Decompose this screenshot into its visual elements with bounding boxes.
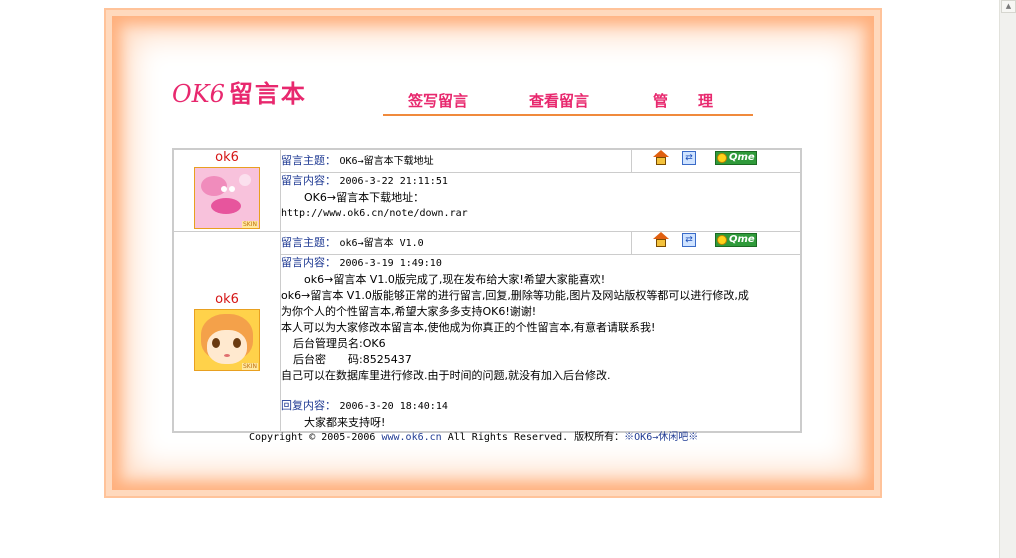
content-date: 2006-3-19 1:49:10 (339, 258, 442, 269)
nav-divider (383, 114, 753, 116)
site-logo: OK6 留言本 (172, 74, 307, 109)
subject-text: OK6→留言本下载地址 (339, 156, 434, 167)
site-link[interactable]: www.ok6.cn (381, 432, 441, 443)
message-table: ok6 SKIN 留言主题： OK6→留言本下载地址 ⇄ Qme 留言内容： 20… (172, 148, 802, 433)
qme-icon[interactable]: Qme (715, 232, 757, 247)
nav-manage[interactable]: 管 理 (653, 90, 713, 111)
action-icons: ⇄ Qme (631, 148, 802, 173)
message-row: ok6 SKIN 留言主题： OK6→留言本下载地址 ⇄ Qme (172, 148, 802, 232)
subject-label: 留言主题： (281, 154, 336, 167)
subject-label: 留言主题： (281, 236, 336, 249)
skin-tag: SKIN (241, 363, 258, 370)
content-line: OK6→留言本下载地址： (304, 191, 425, 204)
rights-text: All Rights Reserved. 版权所有： (447, 432, 625, 443)
action-icons: ⇄ Qme (631, 231, 802, 255)
content-date: 2006-3-22 21:11:51 (339, 176, 448, 187)
author-cell: ok6 SKIN (172, 231, 281, 433)
nav-write-message[interactable]: 签写留言 (408, 90, 468, 111)
content-label: 留言内容： (281, 256, 336, 269)
swap-icon[interactable]: ⇄ (682, 150, 696, 165)
copyright-text: Copyright © 2005-2006 (249, 432, 376, 443)
reply-label: 回复内容： (281, 399, 336, 412)
logo-guestbook: 留言本 (228, 80, 307, 108)
qme-icon[interactable]: Qme (715, 150, 757, 165)
footer: Copyright © 2005-2006 www.ok6.cn All Rig… (249, 428, 698, 443)
content-line: 自己可以在数据库里进行修改.由于时间的问题,就没有加入后台修改. (281, 369, 611, 382)
content-cell: 留言内容： 2006-3-22 21:11:51 OK6→留言本下载地址： ht… (280, 172, 802, 232)
content-line: 本人可以为大家修改本留言本,使他成为你真正的个性留言本,有意者请联系我! (281, 321, 656, 334)
scroll-up-icon[interactable]: ▲ (1001, 0, 1016, 13)
author-name: ok6 (215, 150, 239, 165)
subject-cell: 留言主题： ok6→留言本 V1.0 (280, 231, 632, 255)
vertical-scrollbar[interactable]: ▲ (999, 0, 1016, 558)
swap-icon[interactable]: ⇄ (682, 232, 696, 247)
content-line: 后台管理员名:OK6 (293, 337, 386, 350)
avatar: SKIN (194, 167, 260, 229)
subject-text: ok6→留言本 V1.0 (339, 238, 424, 249)
author-cell: ok6 SKIN (172, 148, 281, 232)
content-cell: 留言内容： 2006-3-19 1:49:10 ok6→留言本 V1.0版完成了… (280, 254, 802, 433)
content-label: 留言内容： (281, 174, 336, 187)
content-line: http://www.ok6.cn/note/down.rar (281, 208, 468, 219)
content-line: ok6→留言本 V1.0版完成了,现在发布给大家!希望大家能喜欢! (304, 273, 606, 286)
content-line: 后台密 码:8525437 (293, 353, 412, 366)
skin-tag: SKIN (241, 221, 258, 228)
author-name: ok6 (215, 292, 239, 307)
content-line: 为你个人的个性留言本,希望大家多多支持OK6!谢谢! (281, 305, 537, 318)
home-icon[interactable] (653, 150, 669, 165)
subject-cell: 留言主题： OK6→留言本下载地址 (280, 148, 632, 173)
reply-date: 2006-3-20 18:40:14 (339, 401, 448, 412)
content-line: ok6→留言本 V1.0版能够正常的进行留言,回复,删除等功能,图片及网站版权等… (281, 289, 749, 302)
owner-link[interactable]: ※OK6→休闲吧※ (624, 432, 698, 443)
message-row: ok6 SKIN 留言主题： ok6→留言本 V1.0 ⇄ Qme (172, 231, 802, 433)
avatar: SKIN (194, 309, 260, 371)
home-icon[interactable] (653, 232, 669, 247)
nav-view-messages[interactable]: 查看留言 (529, 90, 589, 111)
logo-ok6: OK6 (172, 80, 225, 108)
